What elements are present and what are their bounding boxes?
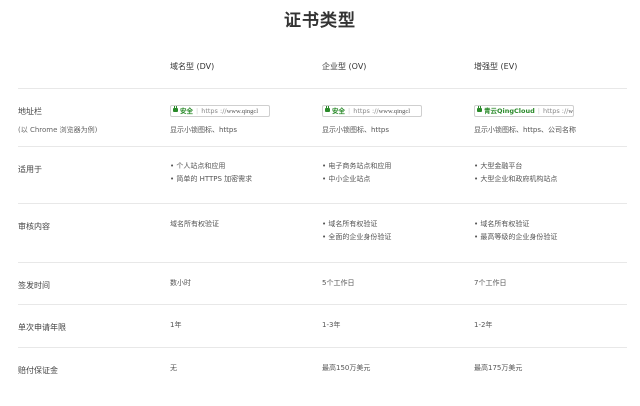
cell-value: 数小时	[170, 279, 191, 287]
cell-validation-ov: • 域名所有权验证 • 全面的企业身份验证	[322, 218, 391, 244]
row-label-validity-years: 单次申请年限	[18, 323, 66, 332]
cell-value: 5个工作日	[322, 279, 355, 287]
list-item: • 最高等级的企业身份验证	[474, 233, 558, 241]
url-text: www.qingcl	[378, 108, 411, 115]
divider	[18, 304, 627, 305]
list-item: • 个人站点和应用	[170, 162, 226, 170]
cell-years-ov: 1-3年	[322, 319, 340, 332]
url-prefix: https ://	[353, 107, 379, 115]
cell-years-ev: 1-2年	[474, 319, 492, 332]
row-label-warranty: 赔付保证金	[18, 366, 58, 375]
list-item: • 大型金融平台	[474, 162, 523, 170]
column-header-dv: 域名型 (DV)	[170, 62, 215, 71]
address-caption-dv: 显示小锁图标、https	[170, 126, 238, 134]
divider	[18, 146, 627, 147]
row-label-suitable-for: 适用于	[18, 165, 42, 174]
cell-suitable-dv: • 个人站点和应用 • 简单的 HTTPS 加密需求	[170, 160, 252, 186]
url-text: w	[568, 108, 574, 115]
row-label-validation: 审核内容	[18, 222, 50, 231]
list-item: • 简单的 HTTPS 加密需求	[170, 175, 253, 183]
cell-value: 最高150万美元	[322, 364, 371, 372]
list-item: 域名所有权验证	[170, 220, 219, 228]
address-caption-ov: 显示小锁图标、https	[322, 126, 390, 134]
cell-warranty-dv: 无	[170, 362, 177, 375]
address-bar-ov: 安全 | https ://www.qingcl	[322, 105, 422, 117]
address-bar-dv: 安全 | https ://www.qingcl	[170, 105, 270, 117]
url-prefix: https ://	[542, 107, 569, 115]
row-label-address-bar: 地址栏	[18, 107, 42, 116]
row-sublabel-browser: (以 Chrome 浏览器为例)	[18, 126, 98, 134]
lock-icon	[325, 106, 330, 112]
cell-years-dv: 1年	[170, 319, 181, 332]
secure-badge: 安全	[332, 107, 345, 115]
cell-value: 7个工作日	[474, 279, 507, 287]
secure-badge: 安全	[180, 107, 193, 115]
address-bar-ev: 青云QingCloud | https ://w	[474, 105, 574, 117]
cell-warranty-ev: 最高175万美元	[474, 362, 522, 375]
list-item: • 中小企业站点	[322, 175, 371, 183]
divider	[18, 203, 627, 204]
cell-issuance-ov: 5个工作日	[322, 277, 354, 290]
page-title: 证书类型	[284, 11, 356, 31]
row-label-issuance-time: 签发时间	[18, 281, 50, 290]
cell-suitable-ov: • 电子商务站点和应用 • 中小企业站点	[322, 160, 391, 186]
column-header-ov: 企业型 (OV)	[322, 62, 367, 71]
cell-issuance-dv: 数小时	[170, 277, 191, 290]
column-header-ev: 增强型 (EV)	[474, 62, 518, 71]
cell-issuance-ev: 7个工作日	[474, 277, 506, 290]
cell-validation-dv: 域名所有权验证	[170, 218, 219, 231]
company-badge: 青云QingCloud	[484, 107, 535, 115]
divider	[18, 262, 627, 263]
lock-icon	[173, 106, 178, 112]
list-item: • 大型企业和政府机构站点	[474, 175, 558, 183]
url-text: www.qingcl	[226, 108, 259, 115]
url-prefix: https ://	[201, 107, 227, 115]
cell-value: 1-3年	[322, 321, 341, 329]
lock-icon	[477, 106, 482, 112]
address-caption-ev: 显示小锁图标、https、公司名称	[474, 126, 577, 134]
cell-value: 1年	[170, 321, 182, 329]
cell-value: 最高175万美元	[474, 364, 523, 372]
cell-value: 无	[170, 364, 177, 372]
cell-validation-ev: • 域名所有权验证 • 最高等级的企业身份验证	[474, 218, 557, 244]
cell-suitable-ev: • 大型金融平台 • 大型企业和政府机构站点	[474, 160, 557, 186]
divider	[18, 88, 627, 89]
divider	[18, 347, 627, 348]
list-item: • 域名所有权验证	[322, 220, 378, 228]
list-item: • 全面的企业身份验证	[322, 233, 392, 241]
cell-value: 1-2年	[474, 321, 493, 329]
list-item: • 电子商务站点和应用	[322, 162, 392, 170]
list-item: • 域名所有权验证	[474, 220, 530, 228]
cell-warranty-ov: 最高150万美元	[322, 362, 370, 375]
